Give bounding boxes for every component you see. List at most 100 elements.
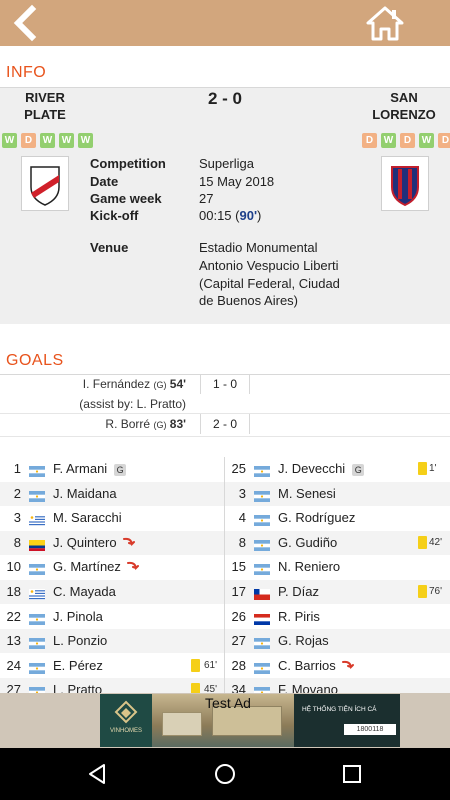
player-name-text: G. Rojas bbox=[278, 633, 329, 649]
player-name-text: J. Quintero bbox=[53, 534, 117, 550]
ad-logo-panel: VINHOMES bbox=[100, 694, 152, 747]
home-player-name[interactable]: J. Maidana bbox=[53, 486, 117, 501]
form-badge-win: W bbox=[40, 133, 55, 148]
home-player-name[interactable]: M. Saracchi bbox=[53, 510, 122, 525]
goal-scorer[interactable]: I. Fernández (G) 54' bbox=[10, 377, 186, 391]
lineup-row: 22 J. Pinola 26 R. Piris bbox=[0, 605, 450, 629]
yellow-card-minute: 61' bbox=[204, 659, 218, 671]
goal-running-score: 2 - 0 bbox=[200, 414, 250, 434]
yellow-card-icon bbox=[191, 658, 200, 672]
home-team-crest[interactable] bbox=[21, 156, 69, 211]
home-icon[interactable] bbox=[364, 4, 406, 42]
goal-type-badge: (G) bbox=[153, 380, 167, 390]
kickoff-minutes: 90' bbox=[239, 208, 258, 223]
lineup-row: 3 M. Saracchi 4 G. Rodríguez bbox=[0, 506, 450, 530]
goalkeeper-badge: G bbox=[352, 463, 365, 476]
flag-co-icon bbox=[29, 538, 45, 551]
flag-ar-icon bbox=[254, 636, 270, 650]
away-player-number: 28 bbox=[231, 657, 246, 673]
flag-ar-icon bbox=[254, 489, 270, 502]
away-player-name[interactable]: G. Rodríguez bbox=[278, 510, 355, 525]
away-player-name[interactable]: M. Senesi bbox=[278, 486, 336, 501]
form-badge-win: W bbox=[78, 133, 93, 148]
player-name-text: M. Senesi bbox=[278, 485, 336, 501]
substitution-icon bbox=[126, 560, 140, 575]
away-player-name[interactable]: J. Devecchi G bbox=[278, 461, 365, 476]
form-badge-draw: D bbox=[362, 133, 377, 148]
home-player-name[interactable]: J. Quintero bbox=[53, 535, 136, 551]
home-player-number: 3 bbox=[13, 510, 21, 526]
flag-ar-icon bbox=[254, 464, 270, 477]
home-player-name[interactable]: F. Armani G bbox=[53, 461, 127, 476]
away-player-number: 25 bbox=[231, 461, 246, 476]
player-name-text: R. Piris bbox=[278, 608, 320, 624]
away-player-name[interactable]: G. Rojas bbox=[278, 633, 329, 648]
top-bar bbox=[0, 0, 450, 46]
date-label: Date bbox=[90, 174, 119, 189]
player-name-text: G. Gudiño bbox=[278, 534, 338, 550]
game-week-value: 27 bbox=[199, 191, 214, 206]
goalkeeper-badge: G bbox=[114, 463, 127, 476]
player-name-text: G. Martínez bbox=[53, 559, 121, 575]
lineup-row: 24 E. Pérez 61' 28 C. Barrios bbox=[0, 654, 450, 678]
home-player-name[interactable]: J. Pinola bbox=[53, 609, 103, 624]
nav-home-icon[interactable] bbox=[213, 762, 237, 786]
lineup-row: 13 L. Ponzio 27 G. Rojas bbox=[0, 629, 450, 654]
away-player-name[interactable]: R. Piris bbox=[278, 609, 320, 624]
player-name-text: E. Pérez bbox=[53, 657, 103, 673]
substitution-icon bbox=[341, 659, 355, 674]
home-player-name[interactable]: L. Ponzio bbox=[53, 633, 107, 648]
flag-ar-icon bbox=[29, 489, 45, 502]
kickoff-value: 00:15 (90') bbox=[199, 208, 261, 223]
home-player-number: 1 bbox=[13, 461, 21, 476]
venue-line: de Buenos Aires) bbox=[199, 293, 299, 308]
away-team-name[interactable]: SAN LORENZO bbox=[362, 89, 446, 123]
info-section-title: INFO bbox=[6, 64, 47, 81]
goal-scorer[interactable]: R. Borré (G) 83' bbox=[10, 417, 186, 431]
player-name-text: J. Devecchi bbox=[278, 461, 346, 476]
player-name-text: C. Barrios bbox=[278, 657, 336, 673]
player-name-text: J. Pinola bbox=[53, 608, 103, 624]
player-name-text: P. Díaz bbox=[278, 584, 319, 599]
away-player-name[interactable]: N. Reniero bbox=[278, 559, 340, 574]
away-player-name[interactable]: C. Barrios bbox=[278, 658, 355, 674]
form-badge-win: W bbox=[381, 133, 396, 148]
player-name-text: G. Rodríguez bbox=[278, 510, 356, 526]
away-player-number: 17 bbox=[231, 584, 246, 599]
flag-ar-icon bbox=[254, 562, 270, 576]
home-player-name[interactable]: G. Martínez bbox=[53, 559, 140, 575]
ad-text-panel: HỆ THỐNG TIỆN ÍCH CÁ 1800118 bbox=[294, 694, 400, 747]
yellow-card-minute: 1' bbox=[429, 463, 437, 474]
flag-uy-icon bbox=[29, 513, 45, 527]
form-badge-win: W bbox=[2, 133, 17, 148]
flag-ar-icon bbox=[29, 562, 45, 576]
building-shape bbox=[162, 712, 202, 736]
nav-back-icon[interactable] bbox=[86, 762, 110, 786]
yellow-card-icon bbox=[418, 462, 427, 475]
nav-recents-icon[interactable] bbox=[340, 762, 364, 786]
lineup-row: 8 J. Quintero 8 G. Gudiño 42' bbox=[0, 530, 450, 555]
substitution-icon bbox=[122, 536, 136, 551]
player-name-text: J. Maidana bbox=[53, 485, 117, 501]
kickoff-close: ) bbox=[257, 208, 262, 223]
flag-uy-icon bbox=[29, 587, 45, 600]
ad-label: Test Ad bbox=[205, 695, 251, 711]
back-arrow-icon[interactable] bbox=[6, 4, 44, 42]
home-team-name-line1: RIVER bbox=[25, 90, 65, 105]
ad-phone: 1800118 bbox=[344, 724, 396, 735]
flag-ar-icon bbox=[29, 464, 45, 477]
away-player-name[interactable]: P. Díaz bbox=[278, 584, 319, 599]
away-player-name[interactable]: G. Gudiño bbox=[278, 535, 337, 550]
home-player-name[interactable]: E. Pérez bbox=[53, 658, 103, 673]
away-player-number: 3 bbox=[238, 485, 246, 501]
kickoff-label: Kick-off bbox=[90, 208, 139, 223]
lineup-row: 10 G. Martínez 15 N. Reniero bbox=[0, 555, 450, 579]
home-team-name[interactable]: RIVER PLATE bbox=[10, 89, 80, 123]
flag-ar-icon bbox=[29, 636, 45, 650]
lineup-row: 1 F. Armani G 25 J. Devecchi G 1' bbox=[0, 457, 450, 481]
away-team-crest[interactable] bbox=[381, 156, 429, 211]
home-player-number: 8 bbox=[13, 534, 21, 550]
player-name-text: C. Mayada bbox=[53, 584, 116, 599]
away-player-number: 26 bbox=[231, 608, 246, 624]
home-player-name[interactable]: C. Mayada bbox=[53, 584, 116, 599]
